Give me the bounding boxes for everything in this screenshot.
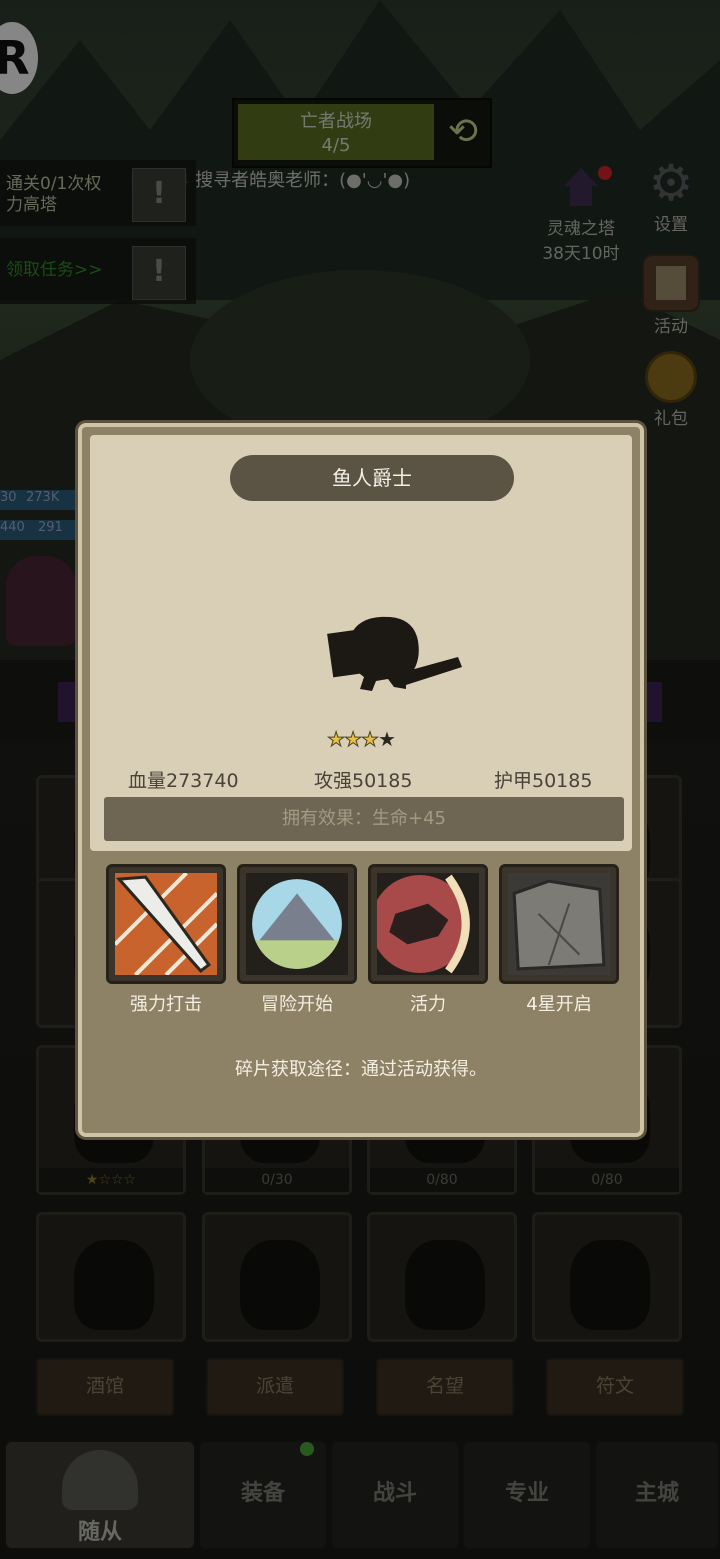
stat-hp: 血量273740 [128,770,239,792]
star-icon: ★ [361,727,380,752]
stat-attack: 攻强50185 [314,770,413,792]
hero-detail-modal: 鱼人爵士 ★★★★ 血量273740 攻强50185 护甲50185 拥有效果：… [78,423,644,1137]
skill-label: 活力 [410,994,446,1015]
skill-strong-strike[interactable]: 强力打击 [106,864,226,1016]
skill-label: 冒险开始 [261,994,333,1015]
skill-locked-4star[interactable]: 4星开启 [499,864,619,1016]
shard-source-text: 碎片获取途径：通过活动获得。 [235,1059,487,1080]
skill-adventure-start[interactable]: 冒险开始 [237,864,357,1016]
hero-silhouette [327,616,462,691]
mountain-icon [237,864,357,984]
star-icon: ★ [344,727,363,752]
locked-fist-icon [499,864,619,984]
owned-effect: 拥有效果：生命+45 [104,797,624,841]
hero-info-panel: 鱼人爵士 ★★★★ 血量273740 攻强50185 护甲50185 拥有效果：… [90,435,632,851]
star-icon: ★ [327,727,346,752]
hero-name-banner: 鱼人爵士 [230,455,514,501]
star-icon: ★ [377,727,396,751]
star-rating: ★★★★ [90,727,632,752]
dash-figure-icon [368,864,488,984]
sword-slash-icon [106,864,226,984]
skill-vitality[interactable]: 活力 [368,864,488,1016]
skill-label: 4星开启 [526,994,592,1015]
skill-label: 强力打击 [130,994,202,1015]
stat-armor: 护甲50185 [494,770,593,792]
